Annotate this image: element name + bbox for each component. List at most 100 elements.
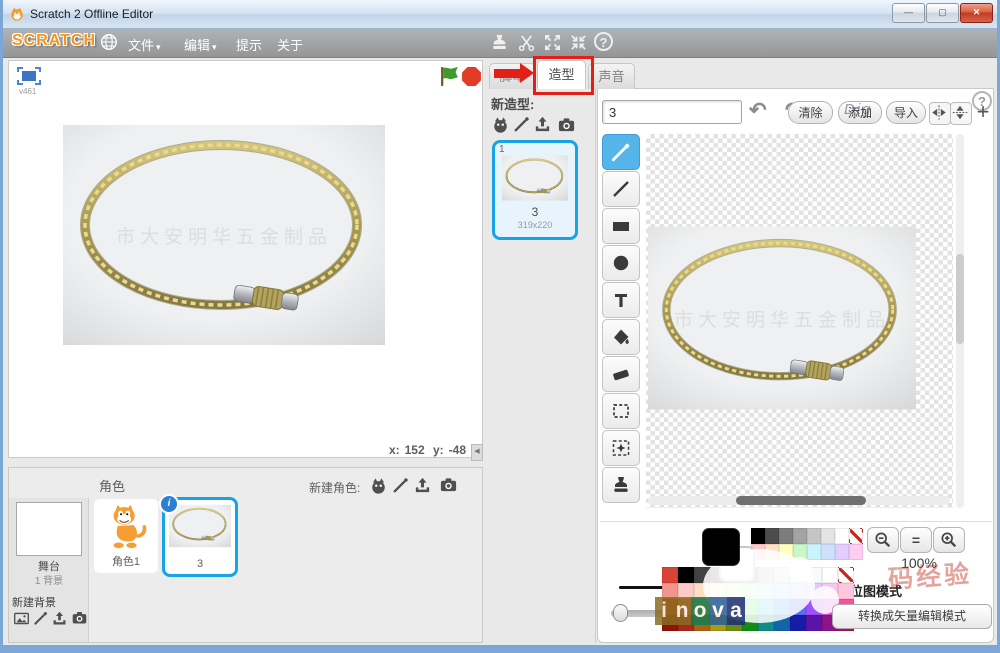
- menu-item-edit[interactable]: 编辑▾: [184, 35, 217, 54]
- palette-swatch[interactable]: [822, 583, 838, 599]
- palette-swatch[interactable]: [821, 528, 835, 544]
- stage-thumbnail[interactable]: [16, 502, 82, 556]
- palette-swatch[interactable]: [790, 615, 806, 631]
- tool-stamp[interactable]: [602, 467, 640, 503]
- palette-swatch[interactable]: [710, 599, 726, 615]
- costume-item-selected[interactable]: 1 3 319x220: [492, 140, 578, 240]
- close-button[interactable]: ✕: [960, 3, 993, 23]
- convert-to-vector-button[interactable]: 转换成矢量编辑模式: [832, 604, 992, 629]
- palette-swatch[interactable]: [678, 567, 694, 583]
- vertical-scrollbar-thumb[interactable]: [956, 254, 964, 344]
- palette-swatch[interactable]: [751, 528, 765, 544]
- palette-swatch[interactable]: [807, 544, 821, 560]
- new-costume-from-library-icon[interactable]: [491, 115, 510, 134]
- palette-swatch[interactable]: [694, 567, 710, 583]
- paint-backdrop-icon[interactable]: [33, 610, 49, 626]
- brush-size-slider-thumb[interactable]: [613, 604, 628, 622]
- menu-item-about[interactable]: 关于: [277, 35, 303, 54]
- palette-swatch[interactable]: [726, 615, 742, 631]
- palette-swatch[interactable]: [838, 583, 854, 599]
- camera-backdrop-icon[interactable]: [71, 609, 88, 626]
- menu-item-file[interactable]: 文件▾: [128, 35, 161, 54]
- palette-swatch[interactable]: [694, 615, 710, 631]
- zoom-in-button[interactable]: [933, 527, 965, 553]
- palette-swatch[interactable]: [807, 528, 821, 544]
- palette-swatch[interactable]: [793, 544, 807, 560]
- palette-swatch[interactable]: [662, 567, 678, 583]
- import-button[interactable]: 导入: [886, 101, 926, 124]
- flip-horizontal-button[interactable]: [929, 102, 951, 125]
- palette-swatch[interactable]: [710, 583, 726, 599]
- sprite-item-selected[interactable]: i 3: [162, 497, 238, 577]
- flip-vertical-button[interactable]: [950, 102, 972, 125]
- tool-fill[interactable]: [602, 319, 640, 355]
- maximize-button[interactable]: ▢: [926, 3, 959, 23]
- backdrop-from-library-icon[interactable]: [13, 610, 30, 627]
- tool-select-and-remove-background[interactable]: [602, 430, 640, 466]
- palette-swatch[interactable]: [822, 567, 838, 583]
- palette-swatch[interactable]: [849, 544, 863, 560]
- palette-swatch[interactable]: [790, 599, 806, 615]
- shrink-sprite-icon[interactable]: [569, 33, 588, 52]
- paint-canvas[interactable]: 市大安明华五金制品: [646, 134, 953, 508]
- upload-sprite-icon[interactable]: [413, 476, 432, 495]
- tool-rectangle[interactable]: [602, 208, 640, 244]
- palette-swatch[interactable]: [758, 583, 774, 599]
- horizontal-scrollbar-thumb[interactable]: [736, 496, 866, 505]
- set-costume-center-button[interactable]: +: [971, 99, 995, 125]
- tab-sounds[interactable]: 声音: [588, 63, 635, 89]
- palette-swatch[interactable]: [694, 583, 710, 599]
- palette-swatch[interactable]: [793, 528, 807, 544]
- palette-swatch[interactable]: [774, 567, 790, 583]
- fullscreen-icon[interactable]: [17, 67, 41, 85]
- collapse-stage-button[interactable]: ◀: [471, 444, 483, 461]
- vertical-scrollbar[interactable]: [956, 134, 964, 508]
- palette-swatch[interactable]: [790, 583, 806, 599]
- palette-swatch[interactable]: [806, 599, 822, 615]
- delete-scissors-icon[interactable]: [517, 33, 536, 52]
- palette-swatch[interactable]: [790, 567, 806, 583]
- camera-costume-icon[interactable]: [557, 115, 576, 134]
- help-icon[interactable]: ?: [594, 32, 613, 51]
- zoom-out-button[interactable]: [867, 527, 899, 553]
- palette-swatch[interactable]: [806, 583, 822, 599]
- minimize-button[interactable]: —: [892, 3, 925, 23]
- tool-text[interactable]: [602, 282, 640, 318]
- new-sprite-from-library-icon[interactable]: [369, 476, 388, 495]
- upload-costume-icon[interactable]: [533, 115, 552, 134]
- horizontal-scrollbar[interactable]: [648, 496, 950, 505]
- palette-swatch[interactable]: [758, 615, 774, 631]
- palette-swatch[interactable]: [838, 567, 854, 583]
- palette-swatch[interactable]: [742, 599, 758, 615]
- clear-button[interactable]: 清除: [788, 101, 833, 124]
- green-flag-button[interactable]: [438, 65, 461, 88]
- palette-swatch[interactable]: [835, 544, 849, 560]
- grow-sprite-icon[interactable]: [543, 33, 562, 52]
- stage-sprite-wire-ring[interactable]: 市大安明华五金制品: [63, 125, 385, 345]
- palette-swatch[interactable]: [694, 599, 710, 615]
- palette-swatch[interactable]: [678, 615, 694, 631]
- palette-swatch[interactable]: [742, 583, 758, 599]
- undo-button[interactable]: ↶: [749, 98, 767, 123]
- palette-swatch[interactable]: [742, 615, 758, 631]
- tool-select[interactable]: [602, 393, 640, 429]
- sprite-item-cat[interactable]: 角色1: [94, 499, 158, 573]
- tool-ellipse[interactable]: [602, 245, 640, 281]
- language-globe-icon[interactable]: [100, 33, 118, 51]
- palette-swatch[interactable]: [774, 583, 790, 599]
- menu-item-tips[interactable]: 提示: [236, 35, 262, 54]
- paint-new-sprite-icon[interactable]: [392, 476, 410, 494]
- palette-swatch[interactable]: [774, 599, 790, 615]
- palette-swatch[interactable]: [779, 544, 793, 560]
- palette-swatch[interactable]: [806, 615, 822, 631]
- costume-name-input[interactable]: [602, 100, 742, 124]
- palette-swatch[interactable]: [710, 615, 726, 631]
- palette-swatch[interactable]: [806, 567, 822, 583]
- duplicate-stamp-icon[interactable]: [490, 33, 509, 52]
- zoom-reset-button[interactable]: =: [900, 527, 932, 553]
- palette-swatch[interactable]: [726, 599, 742, 615]
- palette-swatch[interactable]: [678, 599, 694, 615]
- palette-swatch[interactable]: [835, 528, 849, 544]
- palette-swatch[interactable]: [726, 583, 742, 599]
- palette-swatch[interactable]: [662, 615, 678, 631]
